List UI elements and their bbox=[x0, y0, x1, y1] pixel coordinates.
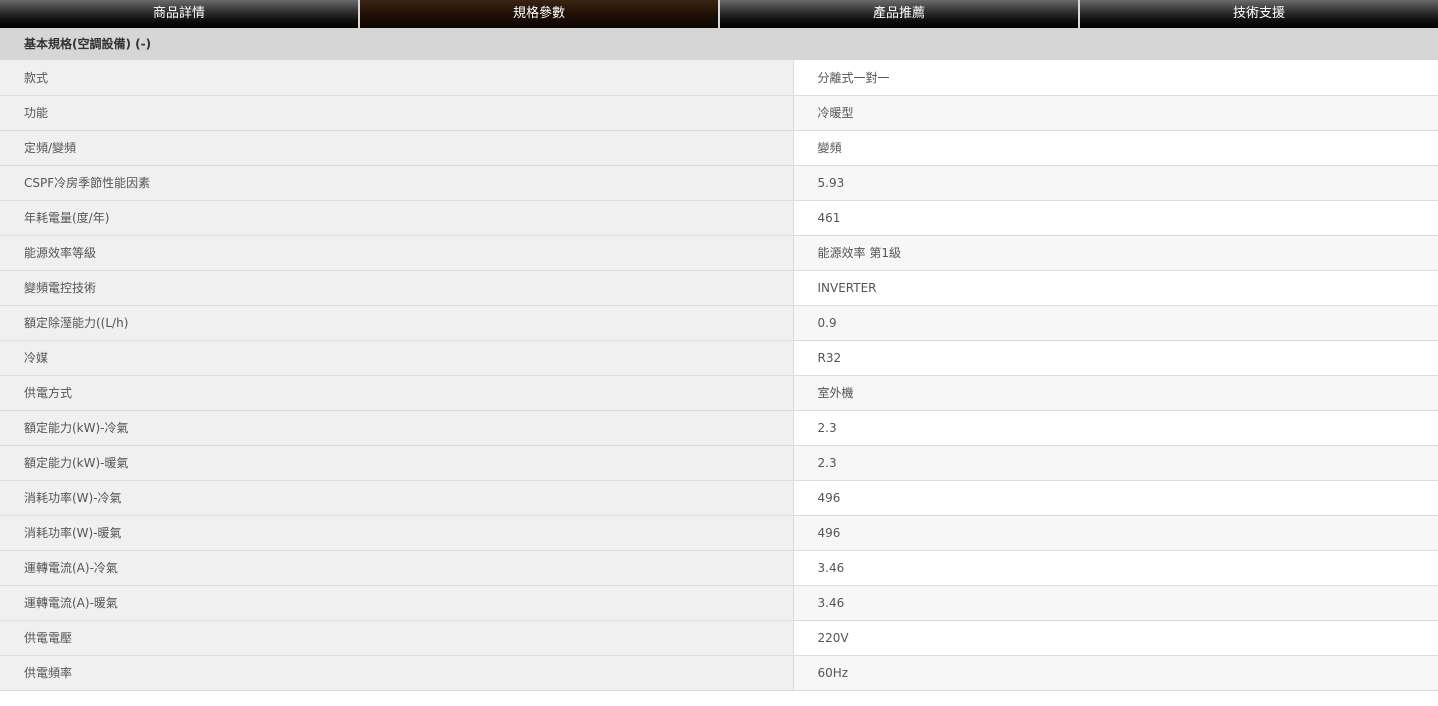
spec-value: 0.9 bbox=[793, 305, 1438, 341]
spec-label: 供電方式 bbox=[0, 375, 794, 411]
section-title: 基本規格(空調設備) (-) bbox=[0, 28, 1438, 60]
table-row: 額定除溼能力((L/h) 0.9 bbox=[0, 305, 1438, 341]
spec-value: 496 bbox=[793, 480, 1438, 516]
table-row: 年耗電量(度/年) 461 bbox=[0, 200, 1438, 236]
spec-table-body: 款式 分離式一對一 功能 冷暖型 定頻/變頻 變頻 CSPF冷房季節性能因素 5.93 年耗電量… bbox=[0, 60, 1438, 691]
tab-technical-support[interactable]: 技術支援 bbox=[1080, 0, 1438, 28]
table-row: 冷媒 R32 bbox=[0, 340, 1438, 376]
spec-value: 220V bbox=[793, 620, 1438, 656]
table-row: 款式 分離式一對一 bbox=[0, 60, 1438, 96]
table-row: 運轉電流(A)-冷氣 3.46 bbox=[0, 550, 1438, 586]
spec-table: 款式 分離式一對一 功能 冷暖型 定頻/變頻 變頻 CSPF冷房季節性能因素 5.93 年耗電量… bbox=[0, 60, 1438, 691]
spec-value: 室外機 bbox=[793, 375, 1438, 411]
spec-label: 消耗功率(W)-冷氣 bbox=[0, 480, 794, 516]
table-row: 消耗功率(W)-冷氣 496 bbox=[0, 480, 1438, 516]
table-row: 額定能力(kW)-暖氣 2.3 bbox=[0, 445, 1438, 481]
spec-value: 分離式一對一 bbox=[793, 60, 1438, 96]
table-row: 消耗功率(W)-暖氣 496 bbox=[0, 515, 1438, 551]
spec-label: 供電頻率 bbox=[0, 655, 794, 691]
table-row: 功能 冷暖型 bbox=[0, 95, 1438, 131]
spec-label: 額定能力(kW)-暖氣 bbox=[0, 445, 794, 481]
spec-label: 供電電壓 bbox=[0, 620, 794, 656]
tab-specifications[interactable]: 規格參數 bbox=[360, 0, 720, 28]
table-row: 供電電壓 220V bbox=[0, 620, 1438, 656]
spec-value: 2.3 bbox=[793, 445, 1438, 481]
spec-label: 運轉電流(A)-暖氣 bbox=[0, 585, 794, 621]
spec-label: 運轉電流(A)-冷氣 bbox=[0, 550, 794, 586]
spec-value: INVERTER bbox=[793, 270, 1438, 306]
spec-label: 定頻/變頻 bbox=[0, 130, 794, 166]
table-row: 能源效率等級 能源效率 第1級 bbox=[0, 235, 1438, 271]
table-row: 額定能力(kW)-冷氣 2.3 bbox=[0, 410, 1438, 446]
spec-value: 3.46 bbox=[793, 585, 1438, 621]
spec-label: 款式 bbox=[0, 60, 794, 96]
table-row: 變頻電控技術 INVERTER bbox=[0, 270, 1438, 306]
spec-label: 年耗電量(度/年) bbox=[0, 200, 794, 236]
tab-product-recommendations[interactable]: 產品推薦 bbox=[720, 0, 1080, 28]
tab-bar: 商品詳情 規格參數 產品推薦 技術支援 bbox=[0, 0, 1438, 28]
spec-label: 消耗功率(W)-暖氣 bbox=[0, 515, 794, 551]
spec-value: 60Hz bbox=[793, 655, 1438, 691]
spec-value: 冷暖型 bbox=[793, 95, 1438, 131]
spec-value: 461 bbox=[793, 200, 1438, 236]
spec-label: CSPF冷房季節性能因素 bbox=[0, 165, 794, 201]
table-row: 定頻/變頻 變頻 bbox=[0, 130, 1438, 166]
spec-value: 3.46 bbox=[793, 550, 1438, 586]
spec-value: 5.93 bbox=[793, 165, 1438, 201]
table-row: 供電方式 室外機 bbox=[0, 375, 1438, 411]
spec-label: 能源效率等級 bbox=[0, 235, 794, 271]
spec-value: 2.3 bbox=[793, 410, 1438, 446]
tab-product-details[interactable]: 商品詳情 bbox=[0, 0, 360, 28]
spec-value: 496 bbox=[793, 515, 1438, 551]
table-row: CSPF冷房季節性能因素 5.93 bbox=[0, 165, 1438, 201]
spec-value: R32 bbox=[793, 340, 1438, 376]
spec-label: 額定除溼能力((L/h) bbox=[0, 305, 794, 341]
spec-label: 額定能力(kW)-冷氣 bbox=[0, 410, 794, 446]
spec-value: 能源效率 第1級 bbox=[793, 235, 1438, 271]
spec-label: 變頻電控技術 bbox=[0, 270, 794, 306]
spec-value: 變頻 bbox=[793, 130, 1438, 166]
table-row: 運轉電流(A)-暖氣 3.46 bbox=[0, 585, 1438, 621]
table-row: 供電頻率 60Hz bbox=[0, 655, 1438, 691]
spec-label: 冷媒 bbox=[0, 340, 794, 376]
spec-label: 功能 bbox=[0, 95, 794, 131]
